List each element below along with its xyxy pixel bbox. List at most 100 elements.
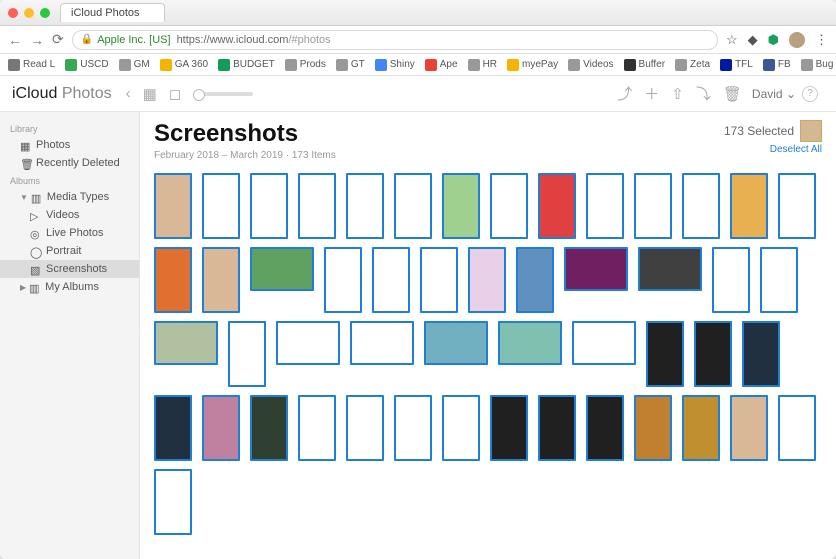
photo-thumb[interactable] — [420, 247, 458, 313]
zoom-dot[interactable] — [40, 8, 50, 18]
browser-tab[interactable]: iCloud Photos — [60, 3, 165, 22]
photo-thumb[interactable] — [250, 173, 288, 239]
photo-thumb[interactable] — [778, 173, 816, 239]
view-grid-icon[interactable]: ▦ — [143, 85, 157, 103]
trash-icon[interactable]: 🗑 — [723, 85, 742, 103]
bookmark-item[interactable]: Zeta — [675, 59, 710, 71]
bookmark-item[interactable]: USCD — [65, 59, 108, 71]
photo-thumb[interactable] — [572, 321, 636, 365]
add-icon[interactable]: ＋ — [644, 83, 659, 104]
photo-thumb[interactable] — [634, 173, 672, 239]
bookmark-item[interactable]: TFL — [720, 59, 753, 71]
bookmark-item[interactable]: GA 360 — [160, 59, 208, 71]
ext-icon[interactable]: ◆ — [748, 32, 758, 48]
photo-thumb[interactable] — [442, 173, 480, 239]
download-icon[interactable]: ⤵ — [696, 83, 711, 104]
bookmark-item[interactable]: Videos — [568, 59, 613, 71]
photo-thumb[interactable] — [516, 247, 554, 313]
photo-thumb[interactable] — [394, 395, 432, 461]
menu-icon[interactable]: ⋮ — [815, 32, 828, 48]
bookmark-item[interactable]: BUDGET — [218, 59, 275, 71]
photo-thumb[interactable] — [154, 395, 192, 461]
bookmark-item[interactable]: GM — [119, 59, 150, 71]
sidebar-item[interactable]: 🗑Recently Deleted — [0, 154, 139, 172]
photo-thumb[interactable] — [646, 321, 684, 387]
photo-thumb[interactable] — [154, 321, 218, 365]
sidebar-item-live-photos[interactable]: ◎Live Photos — [0, 224, 139, 242]
photo-thumb[interactable] — [730, 173, 768, 239]
bookmark-item[interactable]: myePay — [507, 59, 558, 71]
sidebar-item-videos[interactable]: ▷Videos — [0, 206, 139, 224]
photo-thumb[interactable] — [228, 321, 266, 387]
photo-thumb[interactable] — [372, 247, 410, 313]
photo-thumb[interactable] — [564, 247, 628, 291]
photo-thumb[interactable] — [324, 247, 362, 313]
deselect-all-link[interactable]: Deselect All — [724, 144, 822, 155]
photo-thumb[interactable] — [346, 173, 384, 239]
photo-thumb[interactable] — [742, 321, 780, 387]
photo-thumb[interactable] — [538, 173, 576, 239]
photo-thumb[interactable] — [424, 321, 488, 365]
photo-thumb[interactable] — [490, 395, 528, 461]
photo-thumb[interactable] — [586, 395, 624, 461]
photo-thumb[interactable] — [298, 395, 336, 461]
bookmark-item[interactable]: FB — [763, 59, 791, 71]
bookmark-item[interactable]: Prods — [285, 59, 326, 71]
bookmark-item[interactable]: Ape — [425, 59, 458, 71]
sidebar-item-portrait[interactable]: ◯Portrait — [0, 242, 139, 260]
photo-thumb[interactable] — [694, 321, 732, 387]
sidebar-my-albums[interactable]: ▶ ▥ My Albums — [0, 278, 139, 296]
photo-thumb[interactable] — [250, 395, 288, 461]
bookmark-item[interactable]: HR — [468, 59, 497, 71]
upload-icon[interactable]: ⤴ — [617, 83, 632, 104]
photo-thumb[interactable] — [712, 247, 750, 313]
zoom-slider[interactable] — [193, 92, 253, 96]
ext-icon-2[interactable]: ⬢ — [768, 32, 779, 48]
back-icon[interactable]: ← — [8, 32, 22, 48]
photo-thumb[interactable] — [490, 173, 528, 239]
sidebar-item[interactable]: ▦Photos — [0, 136, 139, 154]
photo-thumb[interactable] — [498, 321, 562, 365]
app-brand[interactable]: iCloud Photos — [12, 85, 112, 103]
photo-thumb[interactable] — [682, 395, 720, 461]
bookmark-item[interactable]: Shiny — [375, 59, 415, 71]
bookmark-item[interactable]: Read L — [8, 59, 55, 71]
bookmark-item[interactable]: GT — [336, 59, 365, 71]
photo-thumb[interactable] — [442, 395, 480, 461]
view-sq-icon[interactable]: ◻ — [169, 85, 181, 103]
photo-thumb[interactable] — [394, 173, 432, 239]
photo-thumb[interactable] — [154, 173, 192, 239]
share-icon[interactable]: ⇧ — [671, 85, 684, 103]
photo-thumb[interactable] — [202, 173, 240, 239]
sidebar-media-types[interactable]: ▼ ▥ Media Types — [0, 188, 139, 206]
photo-thumb[interactable] — [202, 247, 240, 313]
reload-icon[interactable]: ⟳ — [52, 31, 64, 48]
bookmark-item[interactable]: Bug — [801, 59, 834, 71]
photo-thumb[interactable] — [586, 173, 624, 239]
photo-thumb[interactable] — [346, 395, 384, 461]
photo-thumb[interactable] — [538, 395, 576, 461]
photo-thumb[interactable] — [760, 247, 798, 313]
photo-thumb[interactable] — [468, 247, 506, 313]
star-icon[interactable]: ☆ — [726, 32, 738, 48]
photo-thumb[interactable] — [298, 173, 336, 239]
nav-back-icon[interactable]: ‹ — [126, 85, 131, 102]
photo-thumb[interactable] — [730, 395, 768, 461]
sidebar-item-screenshots[interactable]: ▧Screenshots — [0, 260, 139, 278]
bookmark-item[interactable]: Buffer — [624, 59, 666, 71]
photo-thumb[interactable] — [276, 321, 340, 365]
photo-thumb[interactable] — [202, 395, 240, 461]
photo-thumb[interactable] — [778, 395, 816, 461]
minimize-dot[interactable] — [24, 8, 34, 18]
photo-thumb[interactable] — [154, 247, 192, 313]
help-icon[interactable]: ? — [802, 86, 818, 102]
photo-thumb[interactable] — [682, 173, 720, 239]
photo-thumb[interactable] — [350, 321, 414, 365]
close-dot[interactable] — [8, 8, 18, 18]
photo-thumb[interactable] — [154, 469, 192, 535]
photo-thumb[interactable] — [250, 247, 314, 291]
forward-icon[interactable]: → — [30, 32, 44, 48]
photo-thumb[interactable] — [634, 395, 672, 461]
profile-avatar[interactable] — [789, 32, 805, 48]
user-menu[interactable]: David ⌄ — [752, 87, 796, 101]
